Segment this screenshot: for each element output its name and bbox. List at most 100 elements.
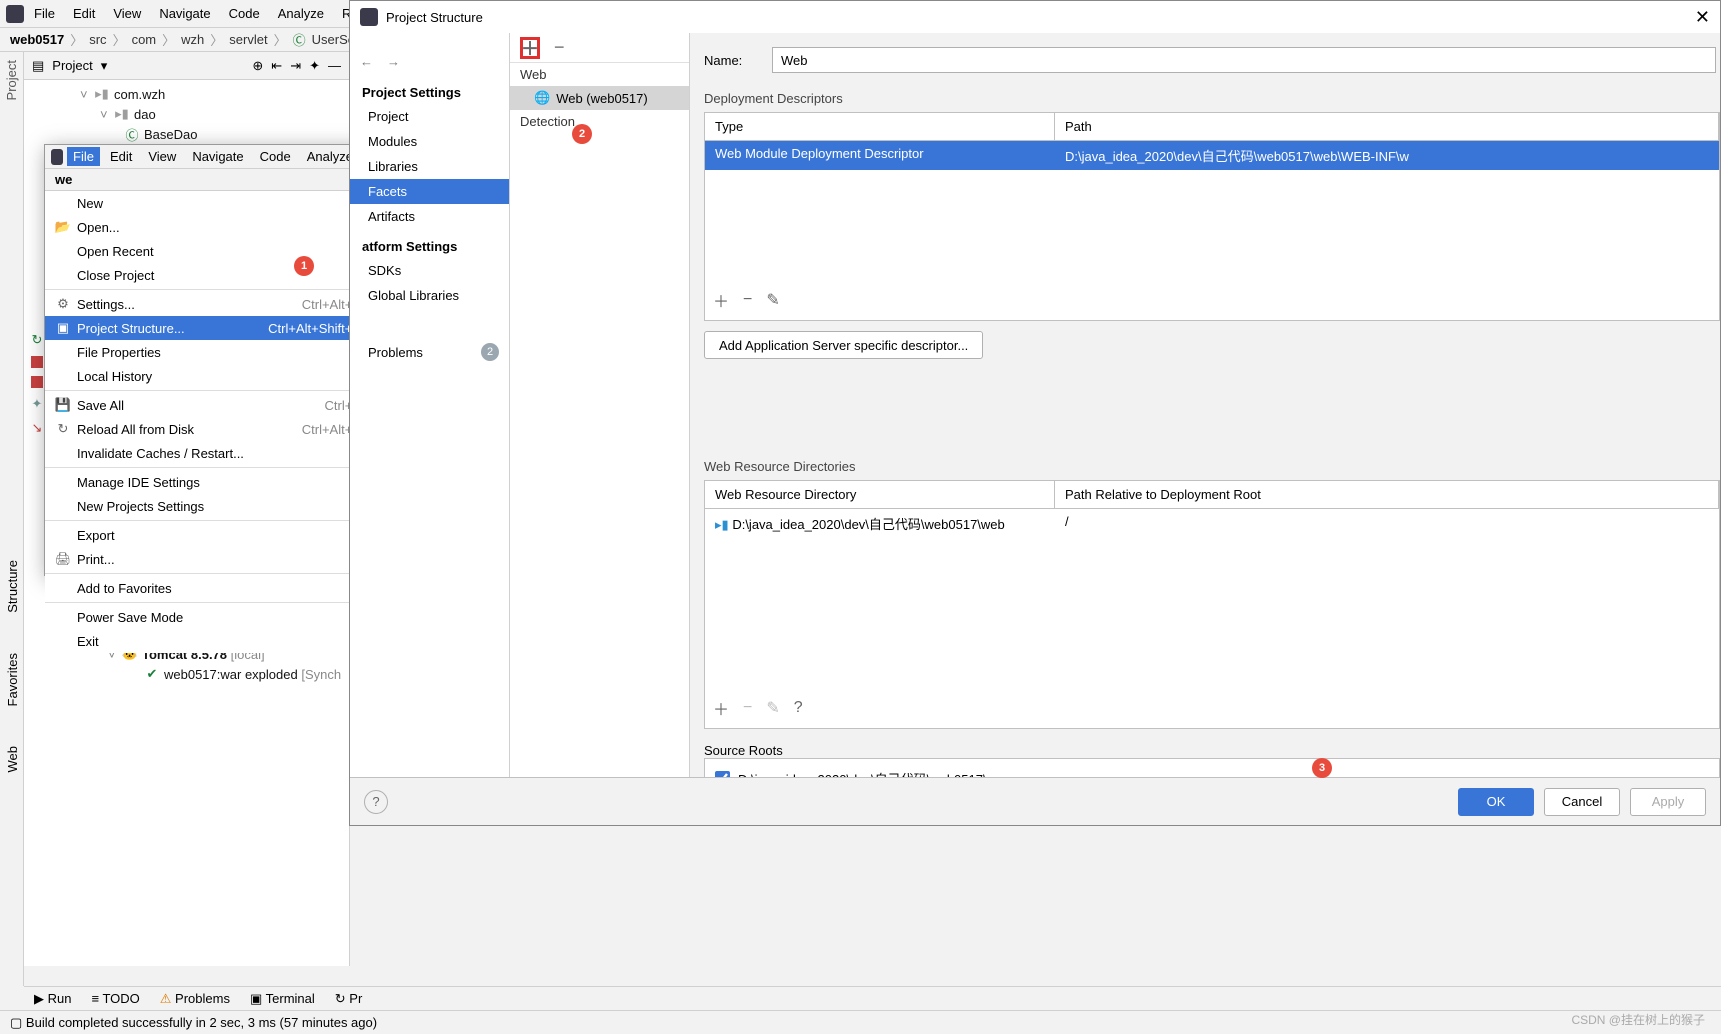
src-root-row[interactable]: D:\java_idea_2020\dev\自己代码\web0517\src <box>704 758 1720 777</box>
tree-basedao[interactable]: BaseDao <box>144 127 197 142</box>
help-button[interactable]: ? <box>364 790 388 814</box>
expand-icon[interactable]: ⇥ <box>290 58 301 74</box>
nav-modules[interactable]: Modules <box>350 129 509 154</box>
stop-icon[interactable] <box>31 356 43 368</box>
menu-item-file-properties[interactable]: File Properties▸ <box>45 340 371 364</box>
nav-artifacts[interactable]: Artifacts <box>350 204 509 229</box>
wrd-help-icon[interactable]: ? <box>794 699 803 717</box>
src-path: D:\java_idea_2020\dev\自己代码\web0517\src <box>738 769 1004 777</box>
tree-dao[interactable]: dao <box>134 107 156 122</box>
w2-file[interactable]: File <box>67 147 100 166</box>
tool-structure[interactable]: Structure <box>5 560 20 613</box>
stop2-icon[interactable] <box>31 376 43 388</box>
nav-global-libraries[interactable]: Global Libraries <box>350 283 509 308</box>
dd-remove-icon[interactable]: − <box>743 291 752 309</box>
w2-code[interactable]: Code <box>254 147 297 166</box>
ok-button[interactable]: OK <box>1458 788 1534 816</box>
annotation-3: 3 <box>1312 758 1332 778</box>
menu-item-new-projects-settings[interactable]: New Projects Settings▸ <box>45 494 371 518</box>
tool-favorites[interactable]: Favorites <box>5 653 20 706</box>
add-server-descriptor-button[interactable]: Add Application Server specific descript… <box>704 331 983 359</box>
collapse-icon[interactable]: ⇤ <box>271 58 282 74</box>
status-bar: ▢ Build completed successfully in 2 sec,… <box>0 1010 1721 1034</box>
tree-war[interactable]: web0517:war exploded <box>164 667 298 682</box>
dump-icon[interactable]: ✦ <box>32 396 43 412</box>
run-tool[interactable]: ▶ Run <box>34 991 71 1007</box>
nav-libraries[interactable]: Libraries <box>350 154 509 179</box>
w2-edit[interactable]: Edit <box>104 147 138 166</box>
menu-item-save-all[interactable]: 💾Save AllCtrl+S <box>45 393 371 417</box>
menu-code[interactable]: Code <box>221 3 268 24</box>
src-legend: Source Roots <box>704 743 1720 758</box>
menu-item-open-recent[interactable]: Open Recent▸ <box>45 239 371 263</box>
menu-view[interactable]: View <box>105 3 149 24</box>
wrd-edit-icon[interactable]: ✎ <box>766 698 779 718</box>
wrd-table: Web Resource DirectoryPath Relative to D… <box>704 480 1720 729</box>
annotation-1: 1 <box>294 256 314 276</box>
nav-sdks[interactable]: SDKs <box>350 258 509 283</box>
target-icon[interactable]: ⊕ <box>252 58 263 74</box>
tool-project[interactable]: Project <box>4 60 19 100</box>
nav-facets[interactable]: Facets <box>350 179 509 204</box>
crumb-com[interactable]: com <box>132 32 157 47</box>
add-facet-button[interactable]: ＋ <box>520 37 540 59</box>
menu-item-manage-ide-settings[interactable]: Manage IDE Settings▸ <box>45 470 371 494</box>
menu-item-settings-[interactable]: ⚙Settings...Ctrl+Alt+S <box>45 292 371 316</box>
menu-edit[interactable]: Edit <box>65 3 103 24</box>
tree-pkg[interactable]: com.wzh <box>114 87 165 102</box>
menu-analyze[interactable]: Analyze <box>270 3 332 24</box>
wrd-add-icon[interactable]: ＋ <box>713 696 729 720</box>
dd-path-header: Path <box>1055 113 1719 140</box>
dd-row[interactable]: Web Module Deployment DescriptorD:\java_… <box>705 141 1719 170</box>
dialog-footer: ? OK Cancel Apply <box>350 777 1720 825</box>
apply-button[interactable]: Apply <box>1630 788 1706 816</box>
menu-item-invalidate-caches-restart-[interactable]: Invalidate Caches / Restart... <box>45 441 371 465</box>
name-input[interactable] <box>772 47 1716 73</box>
nav-problems[interactable]: Problems2 <box>350 338 509 366</box>
menu-item-reload-all-from-disk[interactable]: ↻Reload All from DiskCtrl+Alt+Y <box>45 417 371 441</box>
pr-tool[interactable]: ↻ Pr <box>335 991 363 1007</box>
dd-edit-icon[interactable]: ✎ <box>766 290 779 310</box>
facet-cat-web[interactable]: Web <box>510 63 689 86</box>
dd-add-icon[interactable]: ＋ <box>713 288 729 312</box>
menu-item-new[interactable]: New▸ <box>45 191 371 215</box>
wrd-row[interactable]: ▸▮ D:\java_idea_2020\dev\自己代码\web0517\we… <box>705 509 1719 538</box>
crumb-wzh[interactable]: wzh <box>181 32 204 47</box>
crumb-src[interactable]: src <box>89 32 106 47</box>
menu-item-local-history[interactable]: Local History▸ <box>45 364 371 388</box>
menu-item-power-save-mode[interactable]: Power Save Mode <box>45 605 371 629</box>
menu-item-open-[interactable]: 📂Open... <box>45 215 371 239</box>
menu-file[interactable]: File <box>26 3 63 24</box>
watermark: CSDN @挂在树上的猴子 <box>1571 1011 1705 1028</box>
todo-tool[interactable]: ≡ TODO <box>91 991 139 1006</box>
cancel-button[interactable]: Cancel <box>1544 788 1620 816</box>
problems-tool[interactable]: ⚠ Problems <box>160 991 230 1007</box>
menu-item-print-[interactable]: 🖨Print... <box>45 547 371 571</box>
menu-item-export[interactable]: Export▸ <box>45 523 371 547</box>
crumb-project[interactable]: web0517 <box>10 32 64 47</box>
menu-item-close-project[interactable]: Close Project <box>45 263 371 287</box>
close-icon[interactable]: ✕ <box>1695 7 1710 28</box>
menu-item-add-to-favorites[interactable]: Add to Favorites▸ <box>45 576 371 600</box>
nav-project[interactable]: Project <box>350 104 509 129</box>
menu-item-project-structure-[interactable]: ▣Project Structure...Ctrl+Alt+Shift+S <box>45 316 371 340</box>
gear-icon[interactable]: ✦ <box>309 58 320 74</box>
crumb-servlet[interactable]: servlet <box>229 32 267 47</box>
w2-navigate[interactable]: Navigate <box>186 147 249 166</box>
hide-icon[interactable]: — <box>328 58 341 73</box>
problems-count: 2 <box>481 343 499 361</box>
forward-icon[interactable]: → <box>387 54 400 69</box>
remove-facet-button[interactable]: − <box>554 37 565 58</box>
back-icon[interactable]: ← <box>360 54 373 69</box>
wrd-legend: Web Resource Directories <box>704 459 1720 474</box>
facet-detection[interactable]: Detection <box>510 110 689 133</box>
wrd-remove-icon[interactable]: − <box>743 699 752 717</box>
menu-navigate[interactable]: Navigate <box>151 3 218 24</box>
tool-web[interactable]: Web <box>5 746 20 773</box>
facet-web-entry[interactable]: 🌐Web (web0517) <box>510 86 689 110</box>
menu-item-exit[interactable]: Exit <box>45 629 371 653</box>
terminal-tool[interactable]: ▣ Terminal <box>250 991 315 1007</box>
rerun-icon[interactable]: ↻ <box>32 332 43 348</box>
exit-icon[interactable]: ↘ <box>32 420 43 436</box>
w2-view[interactable]: View <box>142 147 182 166</box>
